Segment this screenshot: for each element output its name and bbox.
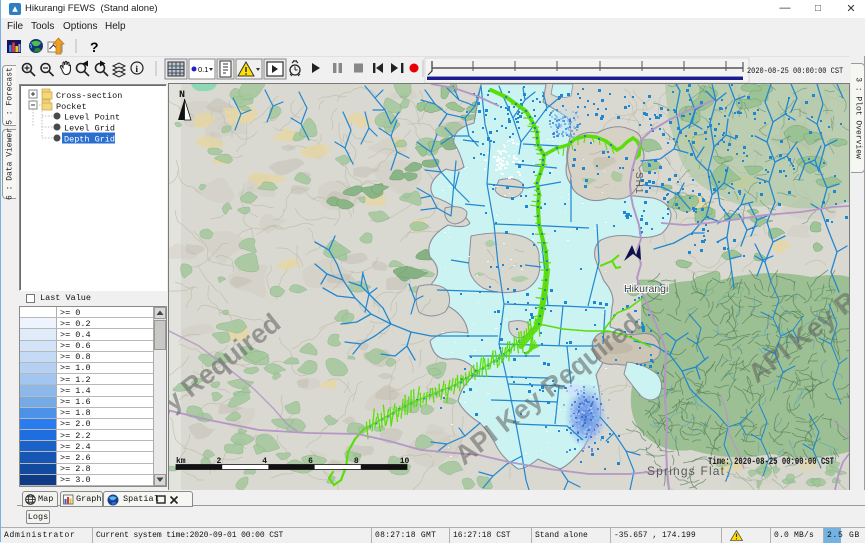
svg-text:Pocket: Pocket xyxy=(56,102,87,112)
svg-text:Level Grid: Level Grid xyxy=(64,124,115,134)
svg-text:SH1: SH1 xyxy=(633,172,644,194)
svg-text:i: i xyxy=(136,64,139,74)
svg-text:Hikurangi: Hikurangi xyxy=(624,283,668,295)
svg-text:0.1: 0.1 xyxy=(198,65,208,74)
svg-text:Cross-section: Cross-section xyxy=(56,91,122,101)
svg-text:?: ? xyxy=(90,39,99,55)
svg-text:Level Point: Level Point xyxy=(64,113,120,123)
svg-text:Depth Grid: Depth Grid xyxy=(64,135,115,145)
svg-text:Time: 2020-08-25 00:00:00 CST: Time: 2020-08-25 00:00:00 CST xyxy=(708,456,834,468)
